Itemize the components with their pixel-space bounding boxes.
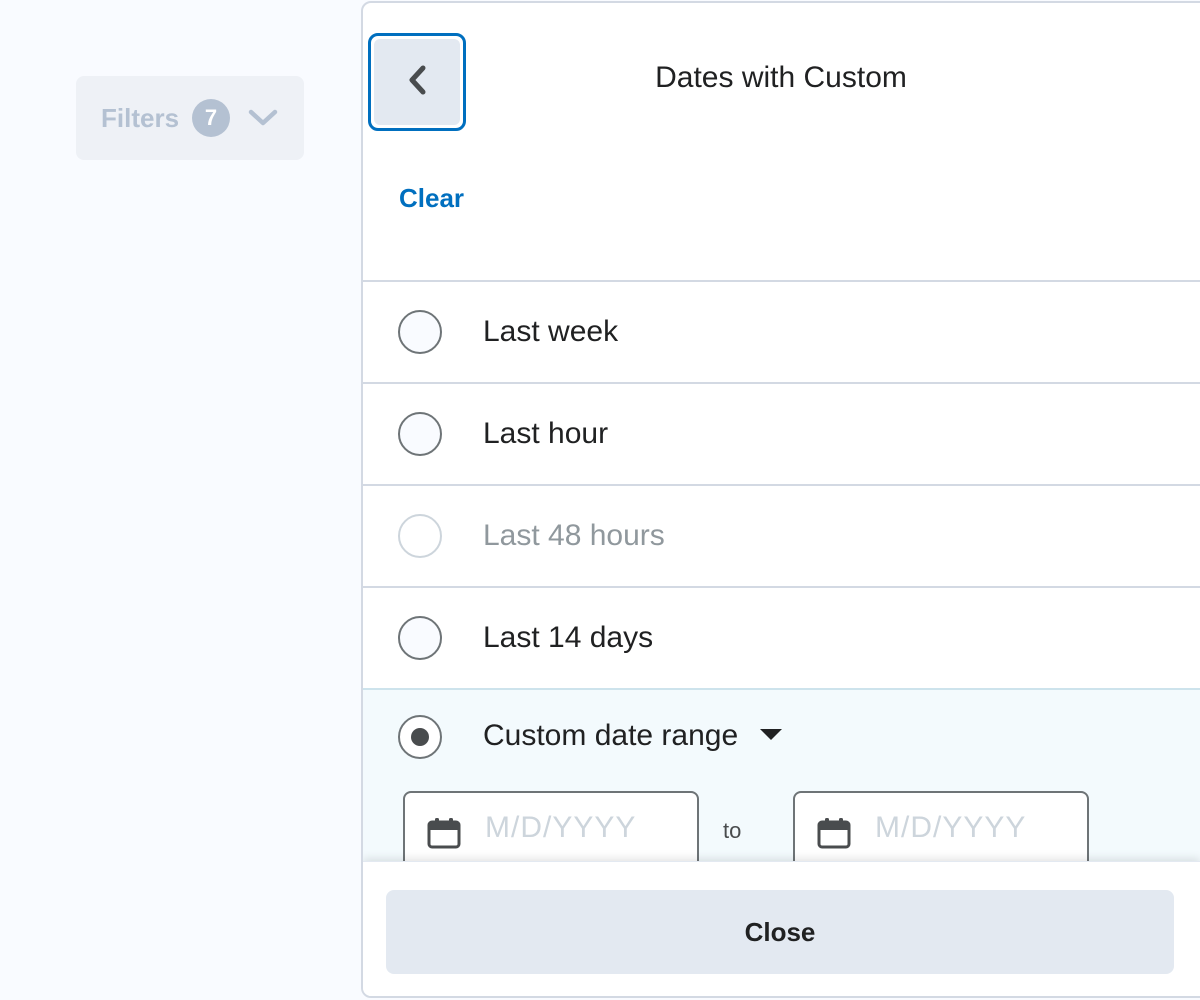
option-label: Last 48 hours [483, 519, 665, 552]
option-custom-date-range[interactable]: Custom date range to [363, 688, 1200, 881]
radio-button-disabled [398, 514, 442, 558]
date-filter-panel: Dates with Custom Clear Last week Last h… [361, 1, 1200, 998]
filters-label: Filters [101, 102, 180, 133]
option-label: Last 14 days [483, 621, 654, 654]
end-date-field[interactable] [875, 811, 1065, 845]
clear-button[interactable]: Clear [399, 183, 464, 214]
panel-header: Dates with Custom Clear [363, 3, 1200, 281]
start-date-field[interactable] [485, 811, 675, 845]
close-button[interactable]: Close [386, 890, 1174, 974]
back-button[interactable] [368, 33, 466, 131]
option-label: Last hour [483, 417, 609, 450]
date-range-separator: to [723, 818, 742, 843]
filters-count-badge: 7 [192, 99, 231, 137]
panel-footer: Close [363, 861, 1200, 996]
option-label: Last week [483, 315, 619, 348]
option-last-14-days[interactable]: Last 14 days [363, 586, 1200, 688]
calendar-icon[interactable] [817, 817, 851, 854]
option-last-48-hours: Last 48 hours [363, 484, 1200, 586]
radio-button[interactable] [398, 412, 442, 456]
radio-button[interactable] [398, 310, 442, 354]
option-last-week[interactable]: Last week [363, 280, 1200, 382]
option-label: Custom date range [483, 719, 783, 753]
radio-button-selected[interactable] [398, 715, 442, 759]
radio-button[interactable] [398, 616, 442, 660]
chevron-down-icon [248, 108, 282, 128]
filters-button[interactable]: Filters 7 [76, 76, 304, 160]
calendar-icon[interactable] [427, 817, 461, 854]
caret-down-icon[interactable] [760, 728, 783, 740]
panel-title: Dates with Custom [655, 61, 907, 94]
custom-range-label: Custom date range [483, 719, 739, 752]
date-options-list: Last week Last hour Last 48 hours Last 1… [363, 280, 1200, 881]
chevron-left-icon [405, 63, 429, 102]
option-last-hour[interactable]: Last hour [363, 382, 1200, 484]
